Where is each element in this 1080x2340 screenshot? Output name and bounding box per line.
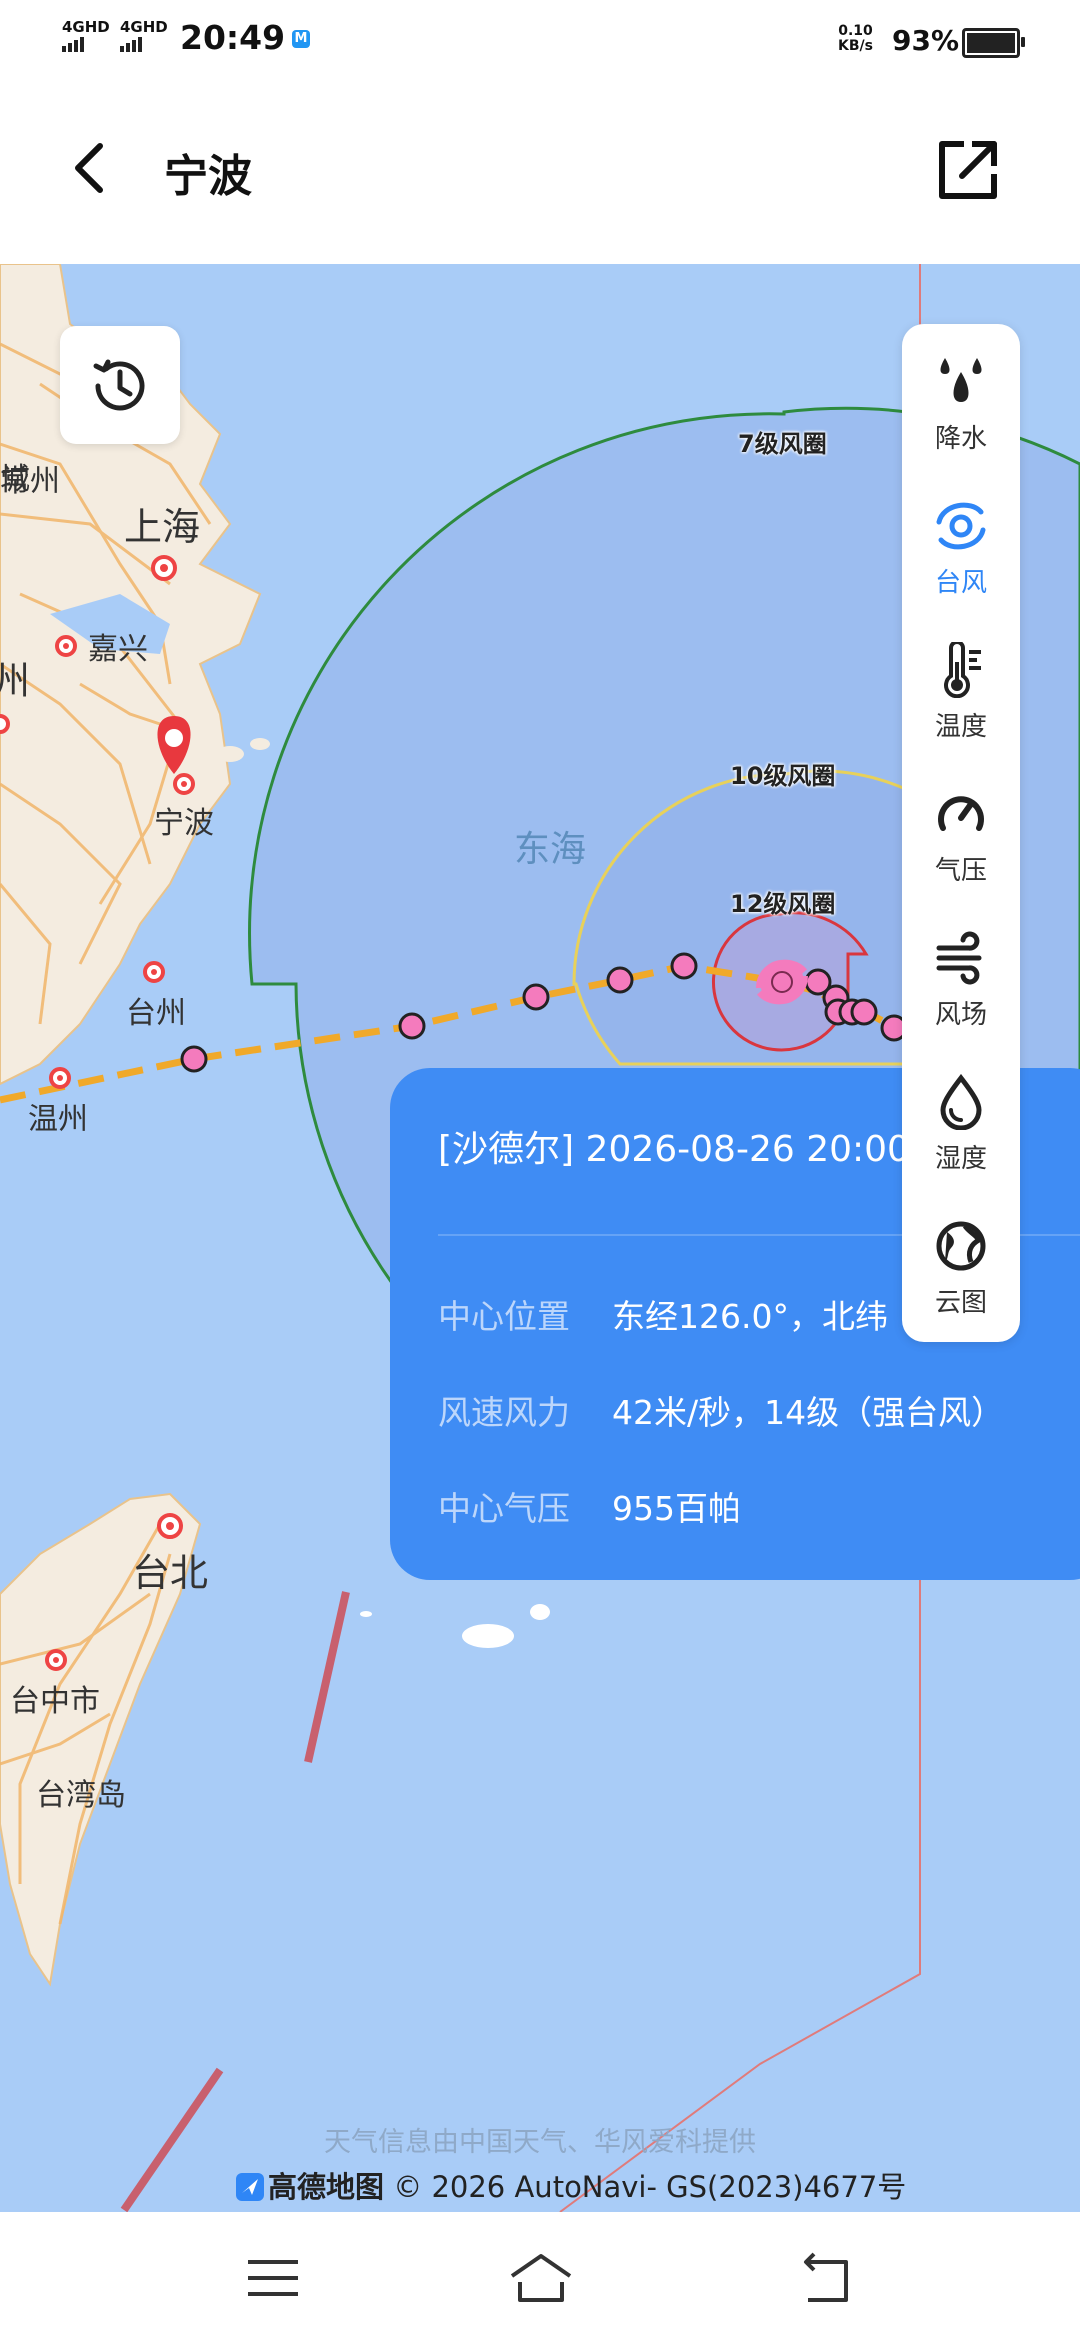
map-copyright: 高德地图 © 2026 AutoNavi- GS(2023)4677号 xyxy=(236,2164,906,2206)
signal-label-2: 4GHD xyxy=(120,18,168,36)
typhoon-map[interactable]: 城 常州 上海 嘉兴 州 宁波 台州 温州 台北 台中市 台湾岛 东海 7级风圈… xyxy=(0,264,1080,2212)
typhoon-icon xyxy=(936,502,986,550)
layer-wind[interactable]: 风场 xyxy=(902,908,1020,1038)
network-speed-value: 0.10 xyxy=(838,23,873,39)
map-label-changzhou: 常州 xyxy=(0,464,60,499)
status-bar: 4GHD 4GHD 20:49 M 0.10 KB/s 93% xyxy=(0,0,1080,80)
info-row-wind: 风速风力 42米/秒，14级（强台风） xyxy=(438,1386,1004,1434)
ryukyu-islands xyxy=(360,1604,550,1648)
layer-humidity[interactable]: 湿度 xyxy=(902,1052,1020,1182)
share-icon[interactable] xyxy=(936,138,1000,202)
network-speed: 0.10 KB/s xyxy=(838,24,873,54)
info-row-position: 中心位置 东经126.0°，北纬 xyxy=(438,1290,888,1338)
network-speed-unit: KB/s xyxy=(838,38,873,54)
layer-label: 温度 xyxy=(934,712,987,742)
signal-indicator-1: 4GHD xyxy=(62,20,110,52)
layer-panel: 降水 台风 温度 气压 风场 湿度 云图 xyxy=(902,324,1020,1342)
top-app-bar: 宁波 xyxy=(0,80,1080,264)
history-button[interactable] xyxy=(60,326,180,444)
signal-label-1: 4GHD xyxy=(62,18,110,36)
map-label-wenzhou: 温州 xyxy=(28,1102,88,1137)
page-title: 宁波 xyxy=(164,151,252,202)
info-key: 中心气压 xyxy=(438,1489,570,1528)
gauge-icon xyxy=(938,796,984,831)
layer-label: 湿度 xyxy=(934,1144,987,1174)
globe-icon xyxy=(936,1221,986,1271)
typhoon-center-icon xyxy=(756,959,808,1005)
info-value: 东经126.0°，北纬 xyxy=(612,1297,888,1336)
layer-temperature[interactable]: 温度 xyxy=(902,620,1020,750)
map-label-taiwan-island: 台湾岛 xyxy=(36,1778,126,1813)
back-arrow-icon[interactable] xyxy=(62,138,122,198)
thermometer-icon xyxy=(944,642,981,698)
map-label-taipei: 台北 xyxy=(132,1551,209,1595)
wind-icon xyxy=(936,931,982,985)
layer-label: 风场 xyxy=(934,1000,987,1030)
typhoon-info-title: [沙德尔] 2026-08-26 20:00 xyxy=(438,1129,910,1170)
data-attribution: 天气信息由中国天气、华风爱科提供 xyxy=(324,2127,756,2158)
system-navigation-bar xyxy=(0,2212,1080,2340)
rain-icon xyxy=(940,358,982,402)
home-icon[interactable] xyxy=(506,2248,576,2308)
history-icon xyxy=(93,359,145,411)
battery-icon xyxy=(962,28,1025,58)
border-dashes xyxy=(120,1591,350,2212)
info-value: 42米/秒，14级（强台风） xyxy=(612,1393,1005,1432)
battery-percent: 93% xyxy=(892,24,960,57)
back-nav-icon[interactable] xyxy=(790,2248,860,2308)
layer-label: 台风 xyxy=(934,568,987,598)
app-notification-icon: M xyxy=(292,30,310,48)
layer-label: 气压 xyxy=(934,856,987,886)
info-row-pressure: 中心气压 955百帕 xyxy=(438,1482,741,1530)
map-label-east-sea: 东海 xyxy=(514,829,587,870)
map-label-ningbo: 宁波 xyxy=(154,806,214,841)
map-label-taizhou: 台州 xyxy=(126,996,186,1031)
ring-label-7: 7级风圈 xyxy=(738,430,827,458)
layer-typhoon[interactable]: 台风 xyxy=(902,476,1020,606)
layer-pressure[interactable]: 气压 xyxy=(902,764,1020,894)
info-key: 中心位置 xyxy=(438,1297,570,1336)
menu-icon[interactable] xyxy=(238,2248,308,2308)
map-label-taichung: 台中市 xyxy=(10,1684,100,1719)
map-label-hangzhou: 州 xyxy=(0,659,31,703)
info-value: 955百帕 xyxy=(612,1489,741,1528)
status-time: 20:49 xyxy=(180,18,286,57)
layer-label: 云图 xyxy=(934,1288,987,1318)
copyright-text: © 2026 AutoNavi- GS(2023)4677号 xyxy=(393,2170,907,2204)
map-brand: 高德地图 xyxy=(268,2170,385,2204)
info-key: 风速风力 xyxy=(438,1393,570,1432)
layer-rain[interactable]: 降水 xyxy=(902,332,1020,462)
ring-label-12: 12级风圈 xyxy=(730,890,836,918)
amap-logo-icon xyxy=(236,2173,264,2201)
layer-label: 降水 xyxy=(934,424,987,454)
humidity-icon xyxy=(940,1074,982,1130)
map-label-jiaxing: 嘉兴 xyxy=(88,632,148,667)
signal-indicator-2: 4GHD xyxy=(120,20,168,52)
map-label-shanghai: 上海 xyxy=(124,505,201,549)
layer-cloud-map[interactable]: 云图 xyxy=(902,1196,1020,1326)
ring-label-10: 10级风圈 xyxy=(730,762,836,790)
